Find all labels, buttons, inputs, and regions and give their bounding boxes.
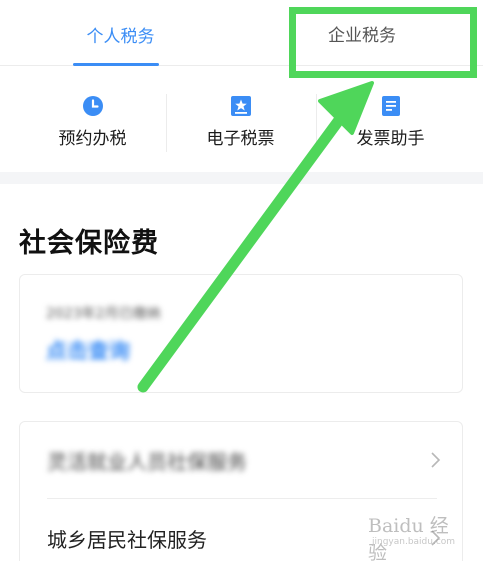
list-item-flexible-employment[interactable]: 灵活就业人员社保服务 — [20, 422, 464, 500]
query-link[interactable]: 点击查询 — [46, 335, 130, 365]
shortcut-e-ticket[interactable]: 电子税票 — [160, 66, 321, 172]
tab-personal-tax[interactable]: 个人税务 — [0, 0, 241, 66]
watermark-text: Baidu 经验 — [368, 515, 449, 561]
list-item-label: 城乡居民社保服务 — [47, 528, 207, 552]
clock-icon — [82, 96, 103, 116]
baidu-watermark: Baidu 经验 jingyan.baidu.com — [362, 507, 467, 561]
tab-personal-label: 个人税务 — [86, 27, 155, 47]
document-icon — [381, 96, 400, 116]
annotation-highlight-box — [289, 7, 477, 78]
shortcut-label: 预约办税 — [58, 129, 127, 149]
shortcut-appointment[interactable]: 预约办税 — [12, 66, 173, 172]
star-ticket-icon — [230, 96, 251, 116]
payment-status-text: 2023年2月已缴纳 — [46, 306, 161, 322]
shortcut-row: 预约办税 电子税票 发票助手 — [0, 66, 483, 172]
watermark-subtext: jingyan.baidu.com — [372, 537, 456, 547]
section-separator — [0, 172, 483, 184]
section-title: 社会保险费 — [19, 228, 159, 259]
chevron-right-icon — [431, 452, 441, 468]
shortcut-label: 发票助手 — [356, 129, 425, 149]
shortcut-label: 电子税票 — [206, 129, 275, 149]
tax-app-screen: 个人税务 企业税务 预约办税 电子税票 发票助手 社会保险费 2023年2月已缴… — [0, 0, 483, 561]
shortcut-invoice-assistant[interactable]: 发票助手 — [310, 66, 471, 172]
list-item-label: 灵活就业人员社保服务 — [47, 450, 247, 474]
payment-status-card[interactable]: 2023年2月已缴纳 点击查询 — [19, 274, 463, 393]
divider — [47, 498, 437, 499]
